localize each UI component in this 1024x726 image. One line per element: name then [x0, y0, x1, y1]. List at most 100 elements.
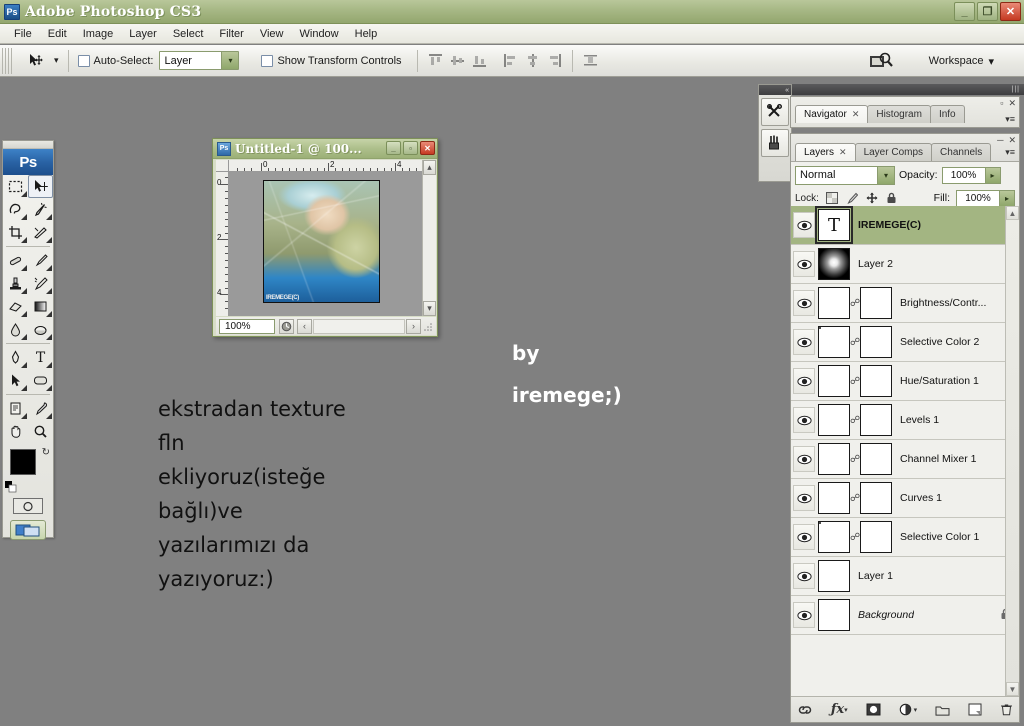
auto-select-checkbox[interactable] [77, 54, 90, 67]
add-layer-mask-button[interactable] [866, 703, 881, 716]
healing-brush-tool[interactable] [3, 249, 28, 272]
scroll-down-button[interactable]: ▼ [1006, 682, 1019, 696]
eyedropper-tool[interactable] [28, 397, 53, 420]
fill-field[interactable]: 100% [956, 189, 1000, 207]
layer-name-selective-color-2[interactable]: Selective Color 2 [900, 336, 979, 348]
layer-row-levels[interactable]: ☍ Levels 1 [791, 401, 1019, 440]
tab-layers[interactable]: Layers ✕ [795, 143, 856, 161]
brushes-icon[interactable] [761, 129, 789, 157]
tool-presets-icon[interactable] [761, 98, 789, 126]
tool-flyout-triangle-icon[interactable] [21, 265, 27, 271]
blur-tool[interactable] [3, 318, 28, 341]
doc-close-button[interactable]: ✕ [420, 141, 435, 155]
lock-position-icon[interactable] [865, 191, 879, 205]
scroll-up-button[interactable]: ▴ [423, 160, 436, 175]
quick-mask-toggle[interactable] [3, 495, 53, 517]
tool-flyout-triangle-icon[interactable] [21, 288, 27, 294]
layer-name-curves[interactable]: Curves 1 [900, 492, 942, 504]
mask-link-icon[interactable]: ☍ [850, 415, 860, 426]
scroll-right-button[interactable]: › [406, 318, 421, 334]
tool-flyout-triangle-icon[interactable] [46, 334, 52, 340]
tool-flyout-triangle-icon[interactable] [21, 362, 27, 368]
tool-flyout-triangle-icon[interactable] [21, 413, 27, 419]
rectangular-marquee-tool[interactable] [3, 175, 28, 198]
show-transform-checkbox[interactable] [261, 54, 274, 67]
mask-link-icon[interactable]: ☍ [850, 454, 860, 465]
layer-mask-thumbnail[interactable] [860, 521, 892, 553]
chevron-down-icon[interactable]: ▾ [221, 52, 239, 69]
minimize-icon[interactable]: ▫ [1000, 98, 1003, 109]
layer-style-button[interactable]: ƒx ▾ [831, 702, 848, 717]
new-adjustment-layer-button[interactable]: ▾ [899, 703, 917, 716]
layer-mask-thumbnail[interactable] [860, 287, 892, 319]
tool-flyout-triangle-icon[interactable] [46, 214, 52, 220]
scroll-down-button[interactable]: ▾ [423, 301, 436, 316]
chevron-down-icon[interactable]: ▾ [877, 166, 894, 184]
maximize-button[interactable]: ❐ [977, 2, 998, 21]
tool-flyout-triangle-icon[interactable] [21, 385, 27, 391]
path-selection-tool[interactable] [3, 369, 28, 392]
new-layer-button[interactable] [968, 703, 982, 716]
hand-tool[interactable] [3, 420, 28, 443]
notes-tool[interactable] [3, 397, 28, 420]
opacity-slider-arrow-icon[interactable]: ▸ [985, 166, 1001, 184]
lock-transparent-pixels-icon[interactable] [825, 191, 839, 205]
zoom-tool[interactable] [28, 420, 53, 443]
scroll-up-button[interactable]: ▲ [1006, 206, 1019, 220]
align-right-edges-icon[interactable] [546, 52, 563, 69]
layer-row-hue-saturation[interactable]: ☍ Hue/Saturation 1 [791, 362, 1019, 401]
dock-expand-icon[interactable]: ||| [1012, 86, 1020, 93]
align-horizontal-centers-icon[interactable] [524, 52, 541, 69]
swap-colors-icon[interactable]: ↻ [42, 447, 50, 458]
layers-scrollbar[interactable]: ▲ ▼ [1005, 206, 1019, 696]
brush-tool[interactable] [28, 249, 53, 272]
mask-link-icon[interactable]: ☍ [850, 532, 860, 543]
tool-flyout-triangle-icon[interactable] [21, 214, 27, 220]
layer-name-channel-mixer[interactable]: Channel Mixer 1 [900, 453, 976, 465]
zoom-level-field[interactable]: 100% [219, 318, 275, 334]
horizontal-type-tool[interactable]: T [28, 346, 53, 369]
layer-thumbnail-channel-mixer[interactable] [818, 443, 850, 475]
layer-mask-thumbnail[interactable] [860, 404, 892, 436]
magic-wand-tool[interactable] [28, 198, 53, 221]
document-window[interactable]: Ps Untitled-1 @ 100... _ ▫ ✕ 0 2 4 0 2 4 [212, 138, 438, 337]
menu-item-filter[interactable]: Filter [211, 26, 251, 42]
delete-layer-button[interactable] [1000, 703, 1013, 716]
palette-menu-icon[interactable]: ▾≡ [1005, 147, 1015, 158]
visibility-toggle-icon[interactable] [793, 446, 815, 472]
default-colors-icon[interactable] [5, 481, 17, 493]
visibility-toggle-icon[interactable] [793, 602, 815, 628]
layer-row-background[interactable]: Background [791, 596, 1019, 635]
align-vertical-centers-icon[interactable] [449, 52, 466, 69]
toolbox-grip[interactable] [3, 141, 53, 149]
go-to-bridge-button[interactable] [868, 50, 894, 72]
mask-link-icon[interactable]: ☍ [850, 298, 860, 309]
visibility-toggle-icon[interactable] [793, 329, 815, 355]
layer-mask-thumbnail[interactable] [860, 326, 892, 358]
mask-link-icon[interactable]: ☍ [850, 376, 860, 387]
doc-maximize-button[interactable]: ▫ [403, 141, 418, 155]
layer-row-layer-2[interactable]: Layer 2 [791, 245, 1019, 284]
horizontal-scroll-track[interactable] [313, 318, 405, 334]
tool-flyout-triangle-icon[interactable] [46, 311, 52, 317]
close-icon[interactable]: ✕ [839, 147, 847, 158]
dodge-tool[interactable] [28, 318, 53, 341]
crop-tool[interactable] [3, 221, 28, 244]
layer-name-layer-2[interactable]: Layer 2 [858, 258, 893, 270]
minimize-button[interactable]: _ [954, 2, 975, 21]
layer-thumbnail-background[interactable] [818, 599, 850, 631]
layer-row-selective-color-2[interactable]: ☍ Selective Color 2 [791, 323, 1019, 362]
visibility-toggle-icon[interactable] [793, 212, 815, 238]
tool-flyout-triangle-icon[interactable] [46, 237, 52, 243]
lock-all-icon[interactable] [885, 191, 899, 205]
layer-thumbnail-selective-color[interactable] [818, 521, 850, 553]
layer-thumbnail-curves[interactable] [818, 482, 850, 514]
document-canvas[interactable]: IREMEGE(C) [229, 172, 424, 316]
layers-list[interactable]: T IREMEGE(C) Layer 2 ☍ Brightness/Contr.… [791, 206, 1019, 696]
menu-item-select[interactable]: Select [165, 26, 212, 42]
tool-preset-chevron-icon[interactable]: ▾ [54, 55, 59, 66]
visibility-toggle-icon[interactable] [793, 485, 815, 511]
layer-thumbnail-glow[interactable] [818, 248, 850, 280]
document-vertical-scrollbar[interactable]: ▴ ▾ [422, 160, 436, 316]
options-bar-grip[interactable] [2, 47, 14, 74]
